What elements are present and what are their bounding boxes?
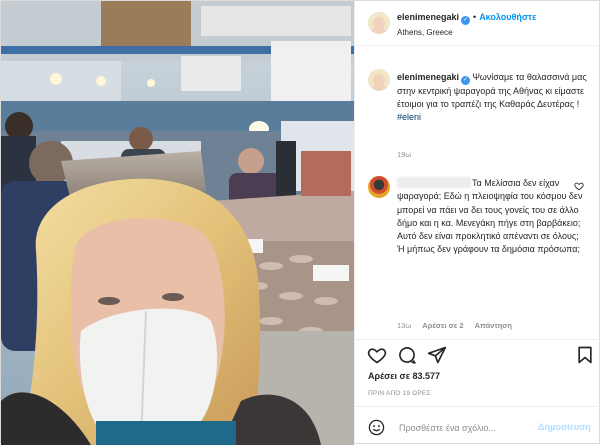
post-location[interactable]: Athens, Greece xyxy=(397,28,453,37)
verified-badge-icon: ✓ xyxy=(461,76,471,85)
actions-section: Αρέσει σε 83.577 ΠΡΙΝ ΑΠΟ 19 ΩΡΕΣ Δημοσί… xyxy=(355,339,600,445)
caption: elenimenegaki ✓ Ψωνίσαμε τα θαλασσινά μας… xyxy=(397,71,593,124)
commenter-avatar[interactable] xyxy=(368,176,390,198)
comment-time[interactable]: 13ω xyxy=(397,321,411,330)
author-username[interactable]: elenimenegaki xyxy=(397,12,459,22)
caption-avatar[interactable] xyxy=(368,69,390,91)
smiley-icon[interactable] xyxy=(368,419,385,436)
comment-meta: 13ω Αρέσει σε 2 Απάντηση xyxy=(397,321,521,330)
author-avatar[interactable] xyxy=(368,12,390,34)
likes-count[interactable]: Αρέσει σε 83.577 xyxy=(368,371,440,381)
caption-username[interactable]: elenimenegaki xyxy=(397,72,459,82)
bookmark-icon[interactable] xyxy=(575,345,595,365)
verified-badge-icon: ✓ xyxy=(461,16,471,25)
reply-button[interactable]: Απάντηση xyxy=(475,321,512,330)
header-name-row: elenimenegaki ✓ • Ακολουθήστε xyxy=(397,12,536,25)
fish-market-selfie-image xyxy=(1,1,354,445)
paper-plane-icon[interactable] xyxy=(427,345,447,365)
caption-hashtag[interactable]: #eleni xyxy=(397,112,421,122)
post-photo[interactable] xyxy=(1,1,354,445)
post-header: elenimenegaki ✓ • Ακολουθήστε Athens, Greec… xyxy=(355,1,600,46)
comments-section: elenimenegaki ✓ Ψωνίσαμε τα θαλασσινά μας… xyxy=(355,59,600,339)
small-heart-icon[interactable] xyxy=(574,181,584,191)
instagram-post: elenimenegaki ✓ • Ακολουθήστε Athens, Greec… xyxy=(0,0,600,445)
heart-icon[interactable] xyxy=(367,345,387,365)
comment-text: Τα Μελίσσια δεν είχαν ψαραγορά; Εδώ η πλ… xyxy=(397,178,583,255)
add-comment-bar: Δημοσίευση xyxy=(355,406,600,446)
comment-bubble-icon[interactable] xyxy=(397,345,417,365)
post-side-panel: elenimenegaki ✓ • Ακολουθήστε Athens, Greec… xyxy=(354,1,600,445)
post-comment-button[interactable]: Δημοσίευση xyxy=(538,422,591,432)
comment-likes[interactable]: Αρέσει σε 2 xyxy=(422,321,463,330)
comment-input[interactable] xyxy=(399,420,529,436)
separator-dot: • xyxy=(473,12,477,22)
follow-button[interactable]: Ακολουθήστε xyxy=(479,12,536,22)
post-timestamp[interactable]: ΠΡΙΝ ΑΠΟ 19 ΩΡΕΣ xyxy=(368,390,431,397)
caption-time[interactable]: 19ω xyxy=(397,150,411,159)
